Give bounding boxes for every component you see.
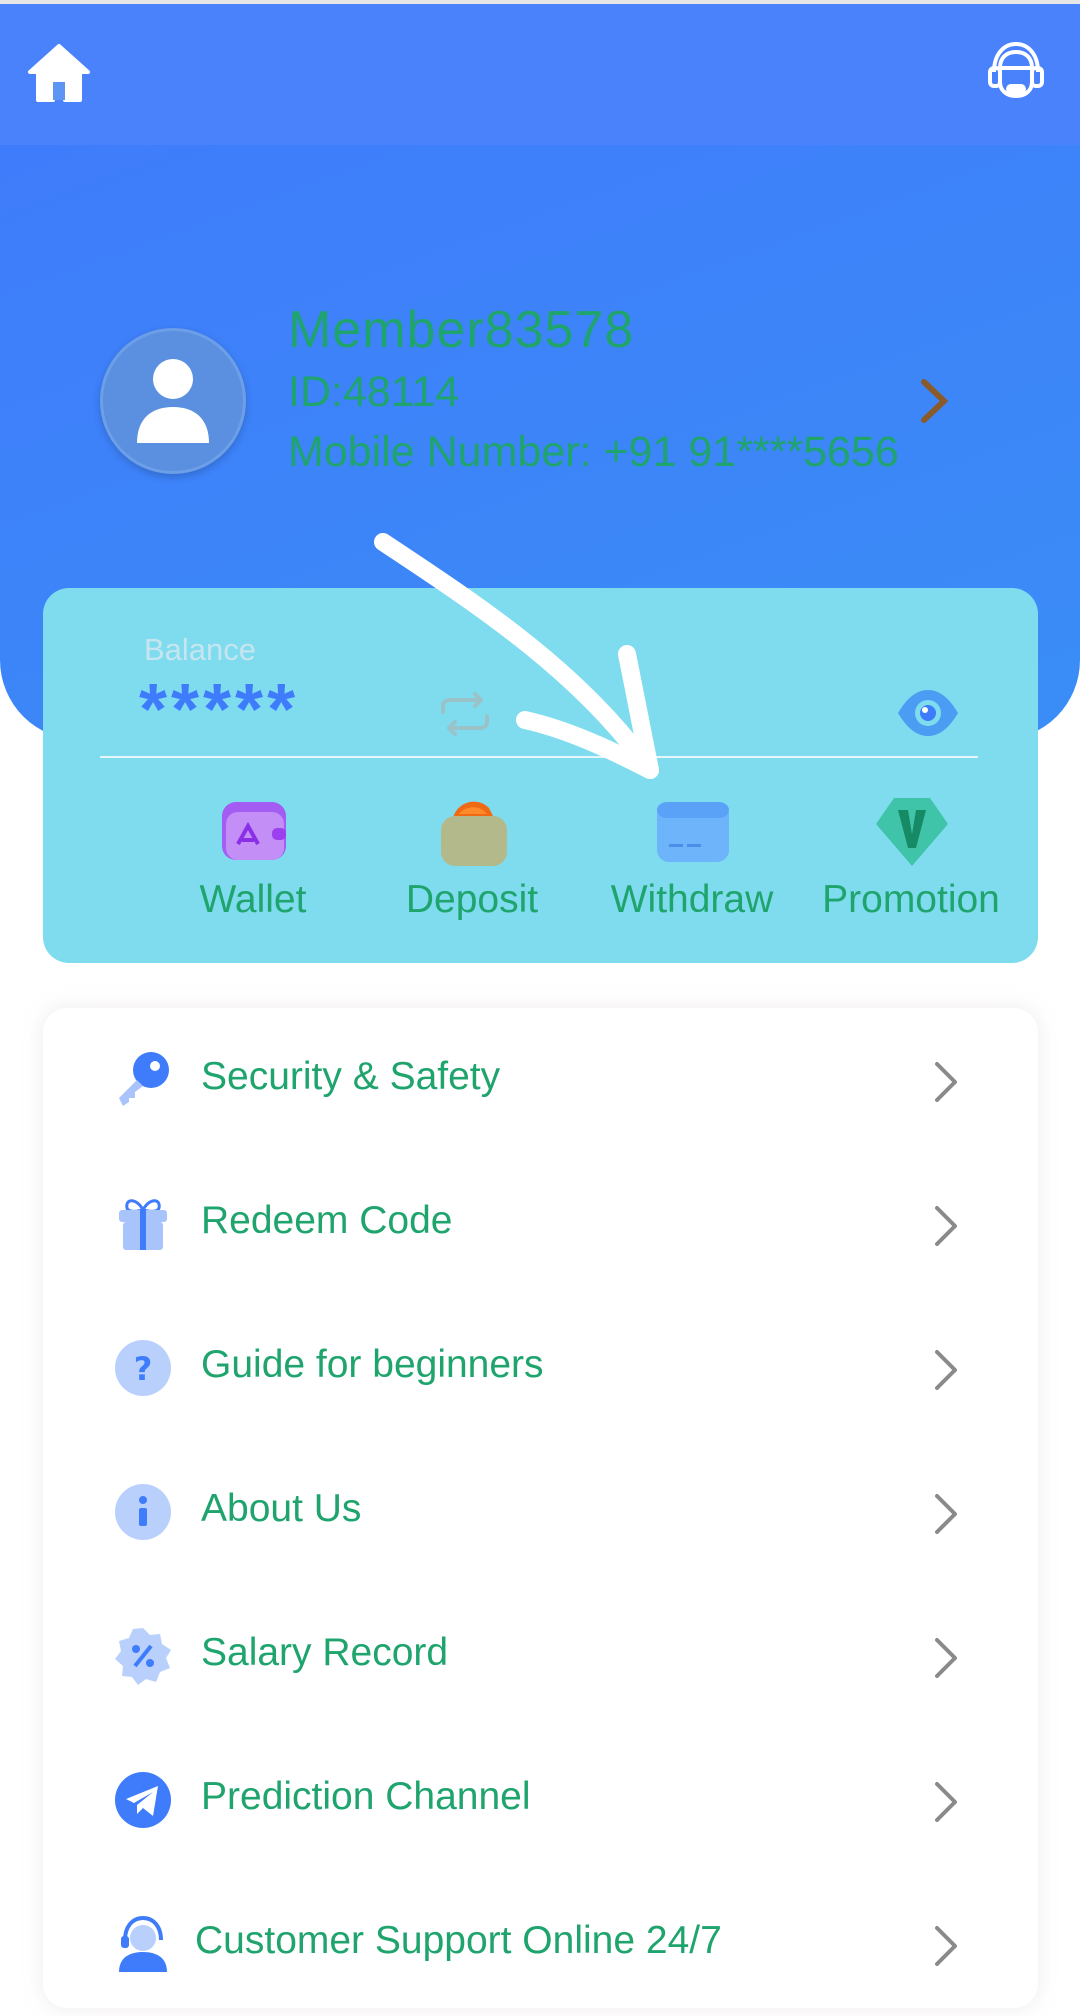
- telegram-icon: [113, 1770, 173, 1830]
- menu-item-salary-record[interactable]: Salary Record: [43, 1584, 1038, 1728]
- wallet-label: Wallet: [199, 878, 307, 921]
- promotion-v-icon: [876, 796, 948, 868]
- divider: [100, 756, 978, 758]
- chevron-right-icon: [931, 1924, 961, 1968]
- question-icon: ?: [113, 1338, 173, 1398]
- wallet-button[interactable]: Wallet: [143, 796, 363, 926]
- balance-card: Balance ***** Wallet Deposit Withdraw Pr…: [43, 588, 1038, 963]
- info-icon: [113, 1482, 173, 1542]
- menu-label: Salary Record: [201, 1631, 449, 1674]
- top-bar: [0, 0, 1080, 145]
- user-id: ID:48114: [288, 368, 460, 416]
- svg-text:?: ?: [134, 1350, 153, 1388]
- menu-item-guide-for-beginners[interactable]: ? Guide for beginners: [43, 1296, 1038, 1440]
- promotion-label: Promotion: [822, 878, 1000, 921]
- chevron-right-icon: [931, 1780, 961, 1824]
- balance-value: *****: [139, 670, 300, 750]
- menu-item-redeem-code[interactable]: Redeem Code: [43, 1152, 1038, 1296]
- promotion-button[interactable]: Promotion: [801, 796, 1021, 926]
- menu-item-customer-support[interactable]: Customer Support Online 24/7: [43, 1872, 1038, 2016]
- chevron-right-icon[interactable]: [914, 376, 954, 426]
- chevron-right-icon: [931, 1060, 961, 1104]
- menu-label: Guide for beginners: [201, 1343, 544, 1386]
- mobile-number: Mobile Number: +91 91****5656: [288, 428, 899, 476]
- withdraw-card-icon: [657, 796, 729, 868]
- balance-label: Balance: [144, 632, 257, 667]
- gift-icon: [113, 1194, 173, 1254]
- menu-item-about-us[interactable]: About Us: [43, 1440, 1038, 1584]
- eye-icon[interactable]: [896, 688, 960, 738]
- withdraw-button[interactable]: Withdraw: [582, 796, 802, 926]
- key-icon: [113, 1050, 173, 1110]
- menu-list: Security & Safety Redeem Code ? Guide fo…: [43, 1008, 1038, 2008]
- menu-label: Redeem Code: [201, 1199, 453, 1242]
- deposit-icon: [437, 796, 509, 868]
- withdraw-label: Withdraw: [610, 878, 774, 921]
- menu-item-security-safety[interactable]: Security & Safety: [43, 1008, 1038, 1152]
- menu-label: Prediction Channel: [201, 1775, 531, 1818]
- wallet-icon: [218, 796, 290, 868]
- percent-badge-icon: [113, 1626, 173, 1686]
- menu-label: Security & Safety: [201, 1055, 501, 1098]
- username: Member83578: [288, 301, 635, 359]
- refresh-icon[interactable]: [437, 692, 493, 736]
- chevron-right-icon: [931, 1636, 961, 1680]
- support-agent-icon: [113, 1914, 173, 1974]
- menu-label: Customer Support Online 24/7: [195, 1919, 722, 1962]
- menu-label: About Us: [201, 1487, 362, 1530]
- deposit-button[interactable]: Deposit: [362, 796, 582, 926]
- menu-item-prediction-channel[interactable]: Prediction Channel: [43, 1728, 1038, 1872]
- chevron-right-icon: [931, 1492, 961, 1536]
- chevron-right-icon: [931, 1204, 961, 1248]
- headset-support-icon[interactable]: [984, 38, 1048, 102]
- deposit-label: Deposit: [405, 878, 539, 921]
- chevron-right-icon: [931, 1348, 961, 1392]
- avatar[interactable]: [100, 328, 246, 474]
- home-icon[interactable]: [26, 42, 92, 104]
